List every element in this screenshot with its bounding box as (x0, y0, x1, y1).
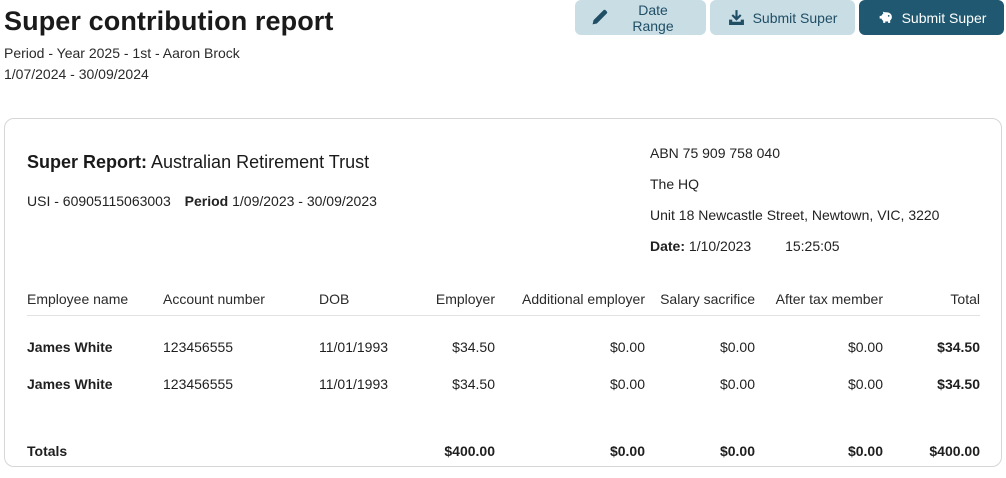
account-number-cell: 123456555 (163, 339, 234, 356)
table-header-row: Employee name Account number DOB Employe… (27, 284, 980, 316)
page-title: Super contribution report (4, 6, 334, 36)
download-icon (728, 9, 745, 26)
column-header: Additional employer (495, 284, 645, 316)
after-tax-member-cell: $0.00 (847, 339, 883, 356)
employee-name-cell: James White (27, 339, 113, 356)
additional-employer-cell: $0.00 (609, 339, 645, 356)
period-value: 1/09/2023 - 30/09/2023 (232, 193, 377, 209)
column-header: Employee name (27, 284, 163, 316)
column-header: Employer (409, 284, 495, 316)
submit-super-label: Submit Super (752, 9, 838, 26)
column-header: DOB (319, 284, 409, 316)
table-row: James White 123456555 11/01/1993 $34.50 … (27, 315, 980, 365)
pencil-icon (591, 9, 608, 26)
employer-cell: $34.50 (452, 375, 495, 392)
additional-employer-cell: $0.00 (609, 375, 645, 392)
employee-name-cell: James White (27, 375, 113, 392)
period-subtitle: Period - Year 2025 - 1st - Aaron Brock (4, 45, 240, 61)
dob-cell: 11/01/1993 (319, 375, 389, 392)
piggy-bank-icon (877, 9, 894, 26)
date-range-label: Date Range (632, 1, 674, 34)
report-title-label: Super Report: (27, 152, 148, 172)
total-salary-sacrifice-cell: $0.00 (719, 443, 755, 459)
grand-total-cell: $400.00 (929, 443, 980, 459)
report-datetime: Date: 1/10/2023 15:25:05 (650, 238, 939, 269)
abn: ABN 75 909 758 040 (650, 145, 780, 161)
column-header: Total (883, 284, 980, 316)
employer-info: ABN 75 909 758 040 The HQ Unit 18 Newcas… (650, 145, 939, 269)
report-card: Super Report: Australian Retirement Trus… (4, 118, 1002, 467)
salary-sacrifice-cell: $0.00 (719, 375, 755, 392)
total-additional-employer-cell: $0.00 (609, 443, 645, 459)
table-row: James White 123456555 11/01/1993 $34.50 … (27, 365, 980, 402)
totals-label: Totals (27, 443, 68, 459)
date-label: Date: (650, 238, 686, 254)
total-cell: $34.50 (937, 375, 980, 392)
usi-line: USI - 60905115063003 Period 1/09/2023 - … (27, 193, 377, 209)
date-range-button[interactable]: Date Range (575, 0, 706, 35)
total-after-tax-member-cell: $0.00 (847, 443, 883, 459)
time-value: 15:25:05 (785, 238, 840, 254)
toolbar: Date Range Submit Super Submit Super (575, 0, 1004, 35)
after-tax-member-cell: $0.00 (847, 375, 883, 392)
contributions-table: Employee name Account number DOB Employe… (27, 284, 980, 468)
company-name: The HQ (650, 176, 700, 192)
column-header: Salary sacrifice (645, 284, 755, 316)
total-employer-cell: $400.00 (444, 443, 495, 459)
employer-cell: $34.50 (452, 339, 495, 356)
total-cell: $34.50 (937, 339, 980, 356)
salary-sacrifice-cell: $0.00 (719, 339, 755, 356)
empty-cell (319, 402, 409, 468)
date-value: 1/10/2023 (688, 238, 752, 254)
usi-value: USI - 60905115063003 (27, 193, 171, 209)
account-number-cell: 123456555 (163, 375, 234, 392)
column-header: Account number (163, 284, 319, 316)
submit-super-primary-button[interactable]: Submit Super (859, 0, 1004, 35)
company-address: Unit 18 Newcastle Street, Newtown, VIC, … (650, 207, 940, 223)
date-range-subtitle: 1/07/2024 - 30/09/2024 (4, 66, 149, 82)
dob-cell: 11/01/1993 (319, 339, 389, 356)
empty-cell (163, 402, 319, 468)
column-header: After tax member (755, 284, 883, 316)
period-label: Period (184, 193, 229, 209)
submit-super-button[interactable]: Submit Super (710, 0, 855, 35)
totals-row: Totals $400.00 $0.00 $0.00 $0.00 $400.00 (27, 402, 980, 468)
fund-name: Australian Retirement Trust (151, 152, 370, 172)
submit-super-primary-label: Submit Super (901, 9, 987, 26)
report-title: Super Report: Australian Retirement Trus… (27, 152, 369, 173)
